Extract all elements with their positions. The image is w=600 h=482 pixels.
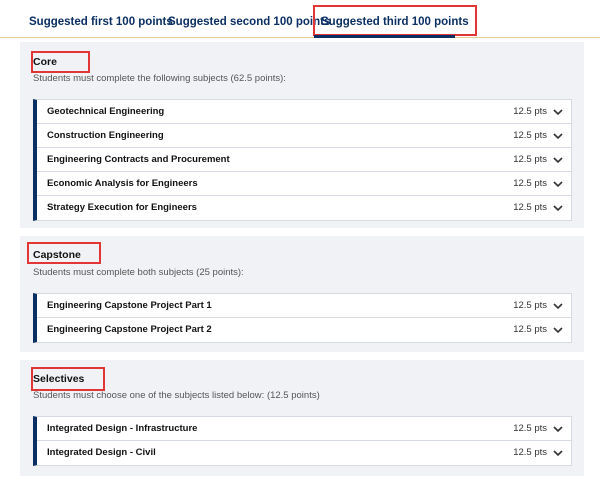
subject-name: Construction Engineering <box>47 130 164 141</box>
subject-points: 12.5 pts <box>513 154 547 165</box>
subject-row[interactable]: Engineering Contracts and Procurement 12… <box>37 148 571 172</box>
subject-points: 12.5 pts <box>513 300 547 311</box>
tab-third-100-points[interactable]: Suggested third 100 points <box>313 5 477 36</box>
section-title: Capstone <box>33 249 81 261</box>
chevron-down-icon[interactable] <box>553 180 563 188</box>
subject-points: 12.5 pts <box>513 324 547 335</box>
subject-row[interactable]: Integrated Design - Infrastructure 12.5 … <box>37 417 571 441</box>
subject-row[interactable]: Geotechnical Engineering 12.5 pts <box>37 100 571 124</box>
tab-first-100-points[interactable]: Suggested first 100 points <box>29 8 173 36</box>
active-tab-indicator <box>314 35 455 38</box>
subject-name: Strategy Execution for Engineers <box>47 202 197 213</box>
section-title: Selectives <box>33 373 85 385</box>
subject-name: Economic Analysis for Engineers <box>47 178 198 189</box>
subject-points: 12.5 pts <box>513 178 547 189</box>
chevron-down-icon[interactable] <box>553 425 563 433</box>
section-selectives: Selectives Students must choose one of t… <box>20 360 584 476</box>
subject-points: 12.5 pts <box>513 447 547 458</box>
subject-points: 12.5 pts <box>513 202 547 213</box>
subject-points: 12.5 pts <box>513 423 547 434</box>
tab-bar: Suggested first 100 points Suggested sec… <box>0 0 600 38</box>
chevron-down-icon[interactable] <box>553 326 563 334</box>
subject-row[interactable]: Economic Analysis for Engineers 12.5 pts <box>37 172 571 196</box>
section-description: Students must choose one of the subjects… <box>33 390 320 401</box>
chevron-down-icon[interactable] <box>553 204 563 212</box>
chevron-down-icon[interactable] <box>553 156 563 164</box>
subject-name: Geotechnical Engineering <box>47 106 165 117</box>
section-core: Core Students must complete the followin… <box>20 42 584 228</box>
subject-row[interactable]: Engineering Capstone Project Part 1 12.5… <box>37 294 571 318</box>
subject-points: 12.5 pts <box>513 106 547 117</box>
subject-name: Engineering Contracts and Procurement <box>47 154 230 165</box>
chevron-down-icon[interactable] <box>553 132 563 140</box>
subject-row[interactable]: Construction Engineering 12.5 pts <box>37 124 571 148</box>
subject-list: Integrated Design - Infrastructure 12.5 … <box>33 416 572 466</box>
chevron-down-icon[interactable] <box>553 449 563 457</box>
section-description: Students must complete the following sub… <box>33 73 286 84</box>
section-capstone: Capstone Students must complete both sub… <box>20 236 584 352</box>
subject-name: Engineering Capstone Project Part 2 <box>47 324 212 335</box>
subject-name: Engineering Capstone Project Part 1 <box>47 300 212 311</box>
subject-name: Integrated Design - Infrastructure <box>47 423 198 434</box>
chevron-down-icon[interactable] <box>553 302 563 310</box>
chevron-down-icon[interactable] <box>553 108 563 116</box>
subject-points: 12.5 pts <box>513 130 547 141</box>
subject-list: Geotechnical Engineering 12.5 pts Constr… <box>33 99 572 221</box>
tab-second-100-points[interactable]: Suggested second 100 points <box>168 8 330 36</box>
subject-row[interactable]: Integrated Design - Civil 12.5 pts <box>37 441 571 465</box>
subject-row[interactable]: Engineering Capstone Project Part 2 12.5… <box>37 318 571 342</box>
subject-name: Integrated Design - Civil <box>47 447 156 458</box>
subject-list: Engineering Capstone Project Part 1 12.5… <box>33 293 572 343</box>
section-description: Students must complete both subjects (25… <box>33 267 244 278</box>
subject-row[interactable]: Strategy Execution for Engineers 12.5 pt… <box>37 196 571 220</box>
section-title: Core <box>33 56 57 68</box>
